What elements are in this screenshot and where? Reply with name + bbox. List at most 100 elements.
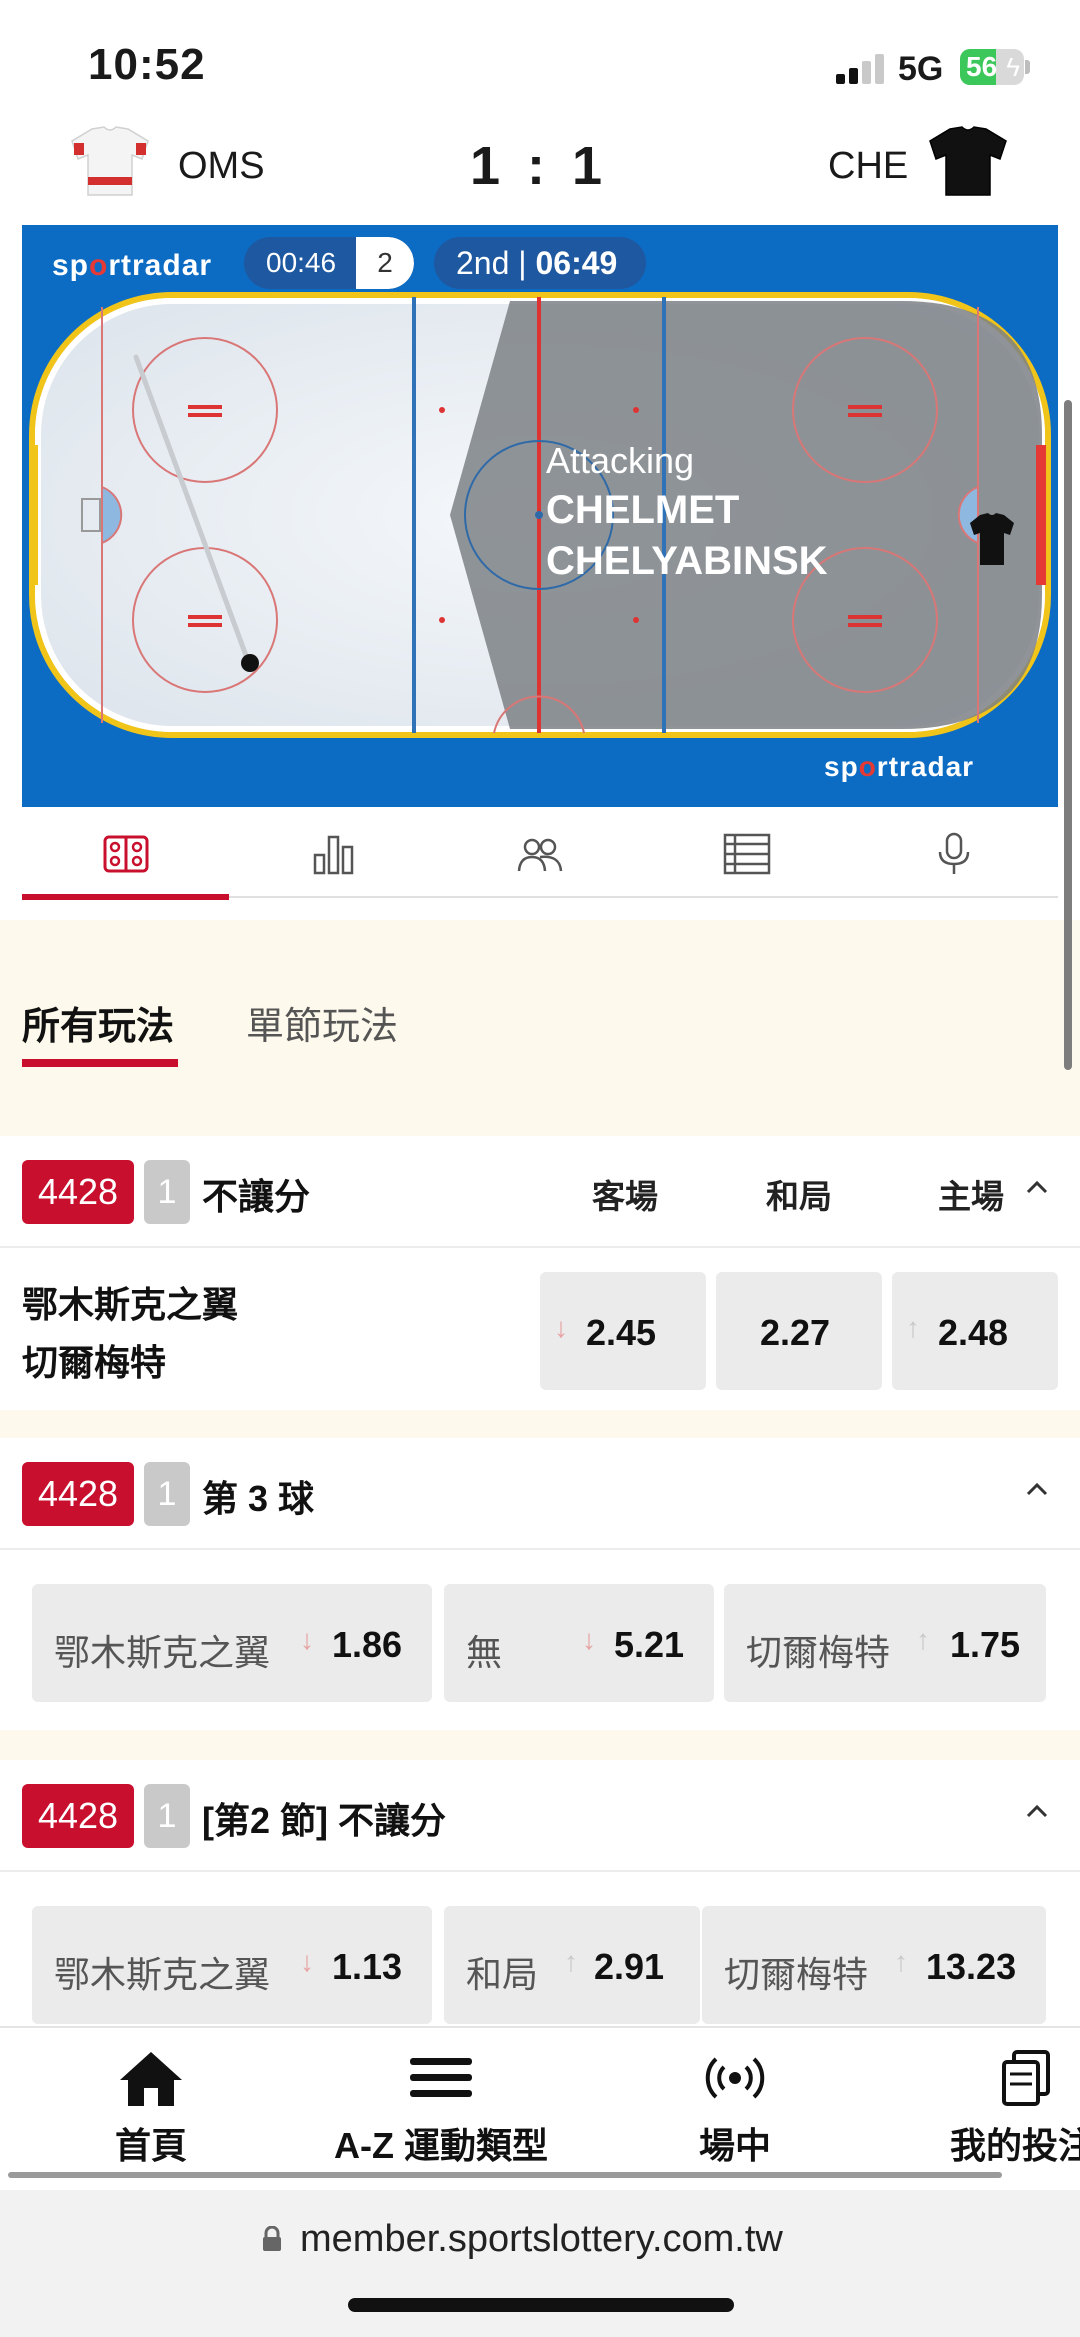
column-away: 客場 bbox=[592, 1178, 658, 1215]
charging-icon: ϟ bbox=[1006, 52, 1020, 82]
live-icon bbox=[705, 2057, 765, 2099]
option-label: 鄂木斯克之翼 bbox=[54, 1954, 271, 1995]
home-indicator[interactable] bbox=[348, 2298, 734, 2312]
market-period: 1 bbox=[144, 1160, 190, 1224]
option-label: 鄂木斯克之翼 bbox=[54, 1632, 271, 1673]
battery-level: 56 bbox=[966, 51, 998, 82]
attacking-team-line2: CHELYABINSK bbox=[546, 539, 828, 583]
tab-rink[interactable] bbox=[22, 810, 229, 900]
chevron-up-icon[interactable] bbox=[1022, 1796, 1052, 1826]
odd-value: 2.27 bbox=[760, 1312, 831, 1353]
odds-button-away[interactable]: ↓ 2.45 bbox=[540, 1272, 706, 1390]
away-team-name: CHE bbox=[828, 145, 909, 187]
odds-button-option[interactable]: 切爾梅特 ↑ 13.23 bbox=[702, 1906, 1046, 2024]
odds-button-option[interactable]: 和局 ↑ 2.91 bbox=[444, 1906, 700, 2024]
lineups-icon bbox=[517, 838, 562, 872]
odds-button-option[interactable]: 鄂木斯克之翼 ↓ 1.13 bbox=[32, 1906, 432, 2024]
team-names: 鄂木斯克之翼 切爾梅特 bbox=[22, 1276, 238, 1392]
odd-value: 1.13 bbox=[332, 1946, 403, 1987]
odds-button-option[interactable]: 切爾梅特 ↑ 1.75 bbox=[724, 1584, 1046, 1702]
tracker-view-tabs bbox=[22, 810, 1058, 900]
market-row: 鄂木斯克之翼 ↓ 1.13 和局 ↑ 2.91 切爾梅特 ↑ 13.23 bbox=[0, 1872, 1080, 2032]
odd-value: 2.45 bbox=[586, 1312, 657, 1353]
horizontal-scroll-indicator bbox=[8, 2172, 1002, 2178]
stats-icon bbox=[313, 835, 353, 875]
nav-live-label: 場中 bbox=[698, 2125, 771, 2166]
odds-up-icon: ↑ bbox=[894, 1946, 908, 1977]
option-label: 切爾梅特 bbox=[746, 1632, 891, 1673]
nav-home-label: 首頁 bbox=[114, 2125, 187, 2166]
odds-up-icon: ↑ bbox=[906, 1312, 920, 1343]
battery-cap bbox=[1025, 60, 1030, 74]
clock-time: 00:46 bbox=[266, 247, 337, 278]
period-time: 06:49 bbox=[535, 245, 618, 281]
tab-period-markets[interactable]: 單節玩法 bbox=[246, 995, 398, 1050]
market-row: 鄂木斯克之翼 切爾梅特 ↓ 2.45 2.27 ↑ 2.48 bbox=[0, 1248, 1080, 1410]
odds-down-icon: ↓ bbox=[300, 1946, 314, 1977]
rink-icon bbox=[103, 835, 148, 873]
tab-stats[interactable] bbox=[229, 810, 436, 898]
market-period: 1 bbox=[144, 1462, 190, 1526]
odd-value: 2.48 bbox=[938, 1312, 1009, 1353]
nav-my-bets[interactable]: 我的投注 bbox=[950, 2048, 1080, 2169]
tab-all-markets[interactable]: 所有玩法 bbox=[22, 995, 179, 1067]
market-code: 4428 bbox=[22, 1160, 134, 1224]
home-icon bbox=[120, 2052, 182, 2106]
status-time: 10:52 bbox=[88, 40, 206, 89]
match-tracker[interactable]: sportradar 00:46 2 2nd | 06:49 Attacking… bbox=[22, 225, 1058, 807]
market-title: 第 3 球 bbox=[202, 1478, 315, 1519]
market-header[interactable]: 4428 1 不讓分 客場 和局 主場 bbox=[0, 1136, 1080, 1248]
copy-icon bbox=[1002, 2050, 1050, 2106]
nav-live[interactable]: 場中 bbox=[680, 2048, 790, 2169]
signal-icon bbox=[836, 54, 886, 84]
odds-button-option[interactable]: 鄂木斯克之翼 ↓ 1.86 bbox=[32, 1584, 432, 1702]
home-team-name: OMS bbox=[178, 145, 265, 187]
odds-button-option[interactable]: 無 ↓ 5.21 bbox=[444, 1584, 714, 1702]
away-jersey-icon bbox=[929, 126, 1007, 196]
attacking-label: Attacking bbox=[546, 440, 695, 481]
url-text[interactable]: member.sportslottery.com.tw bbox=[300, 2218, 783, 2261]
odds-down-icon: ↓ bbox=[554, 1312, 568, 1343]
period-label: 2nd bbox=[456, 245, 510, 281]
team-away-name: 切爾梅特 bbox=[22, 1342, 167, 1383]
chevron-up-icon[interactable] bbox=[1022, 1172, 1052, 1202]
nav-my-bets-label: 我的投注 bbox=[950, 2125, 1080, 2166]
market-title: 不讓分 bbox=[202, 1176, 311, 1217]
match-score: 1 : 1 bbox=[470, 136, 609, 196]
lock-icon bbox=[263, 2226, 281, 2251]
tab-commentary[interactable] bbox=[850, 810, 1057, 898]
odd-value: 5.21 bbox=[614, 1624, 685, 1665]
clock-period: 2 bbox=[356, 237, 414, 289]
odds-up-icon: ↑ bbox=[916, 1624, 930, 1655]
odd-value: 2.91 bbox=[594, 1946, 665, 1987]
tab-table[interactable] bbox=[643, 810, 850, 898]
odds-down-icon: ↓ bbox=[300, 1624, 314, 1655]
attacking-info: Attacking CHELMET CHELYABINSK bbox=[546, 440, 828, 584]
game-clock: 00:46 2 bbox=[244, 237, 414, 289]
odd-value: 13.23 bbox=[926, 1946, 1017, 1987]
team-home-name: 鄂木斯克之翼 bbox=[22, 1284, 239, 1325]
market-header[interactable]: 4428 1 第 3 球 bbox=[0, 1438, 1080, 1550]
table-icon bbox=[723, 833, 770, 875]
ice-rink bbox=[29, 292, 1051, 738]
tab-lineups[interactable] bbox=[436, 810, 643, 898]
page-scrollbar[interactable] bbox=[1064, 400, 1072, 1070]
option-label: 無 bbox=[466, 1632, 503, 1673]
odds-up-icon: ↑ bbox=[564, 1946, 578, 1977]
market-header[interactable]: 4428 1 [第2 節] 不讓分 bbox=[0, 1760, 1080, 1872]
nav-home[interactable]: 首頁 bbox=[96, 2048, 206, 2169]
network-type: 5G bbox=[898, 50, 944, 88]
odds-button-draw[interactable]: 2.27 bbox=[716, 1272, 882, 1390]
option-label: 和局 bbox=[466, 1954, 539, 1995]
market-code: 4428 bbox=[22, 1462, 134, 1526]
nav-sports-label: A-Z 運動類型 bbox=[334, 2125, 548, 2166]
column-home: 主場 bbox=[938, 1178, 1004, 1215]
odds-button-home[interactable]: ↑ 2.48 bbox=[892, 1272, 1058, 1390]
menu-icon bbox=[410, 2058, 472, 2097]
sportradar-logo: sportradar bbox=[52, 249, 213, 282]
option-label: 切爾梅特 bbox=[724, 1954, 869, 1995]
chevron-up-icon[interactable] bbox=[1022, 1474, 1052, 1504]
browser-url-bar[interactable]: member.sportslottery.com.tw bbox=[0, 2190, 1080, 2337]
nav-sports-az[interactable]: A-Z 運動類型 bbox=[326, 2048, 556, 2169]
bottom-navigation: 首頁 A-Z 運動類型 場中 我的投注 bbox=[0, 2026, 1080, 2186]
